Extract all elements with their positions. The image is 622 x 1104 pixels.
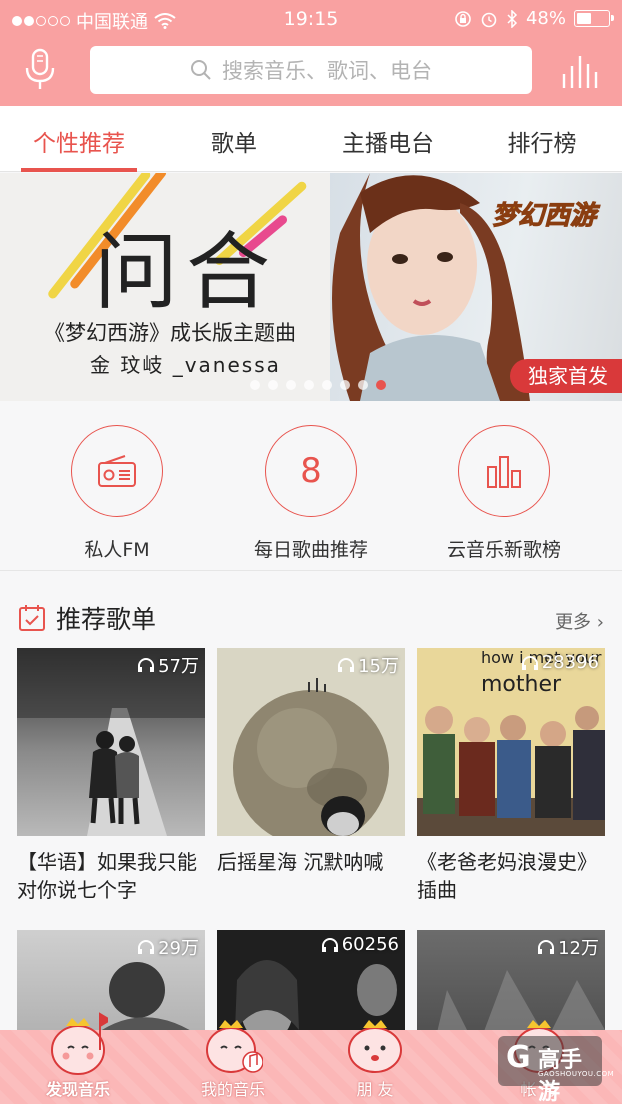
playlist-cover: how i met your mother 28396 [417,648,605,836]
play-count: 57万 [137,652,199,678]
quick-link-daily[interactable]: 8 每日歌曲推荐 [221,425,401,562]
playlist-card[interactable]: 15万 后摇星海 沉默呐喊 [217,648,405,876]
calendar-day-icon: 8 [265,425,357,517]
more-label: 更多 [555,612,592,633]
recommended-header: 推荐歌单 更多 › [0,590,622,640]
pager-dot [286,380,296,390]
alarm-icon [481,12,497,27]
playlist-card[interactable]: 57万 【华语】如果我只能对你说七个字 [17,648,205,904]
carousel-pager [250,380,386,390]
battery-icon [574,10,614,27]
headphones-icon [138,940,155,954]
daily-day-number: 8 [300,451,322,491]
pager-dot [304,380,314,390]
cover-text: mother [481,672,562,697]
nav-friends[interactable]: 朋 友 [300,1020,450,1104]
orientation-lock-icon [455,10,471,27]
playlist-cover: 15万 [217,648,405,836]
playlist-cover: 57万 [17,648,205,836]
watermark-site: GAOSHOUYOU.COM [538,1070,615,1078]
playlist-title: 后摇星海 沉默呐喊 [217,850,384,874]
pager-dot [250,380,260,390]
quick-links: 私人FM 8 每日歌曲推荐 云音乐新歌榜 [0,401,622,571]
tab-radio[interactable]: 主播电台 [318,124,458,158]
nav-label: 朋 友 [356,1080,394,1099]
quick-link-label: 云音乐新歌榜 [446,539,561,561]
status-bar: 中国联通 19:15 48% [0,0,622,36]
mascot-friends-icon [348,1020,402,1073]
pager-dot [268,380,278,390]
play-count: 28396 [521,652,599,673]
banner-carousel[interactable]: 问合 《梦幻西游》成长版主题曲 金 玟岐 _vanessa 梦幻西游 独家首发 [0,173,622,401]
banner-subtitle: 《梦幻西游》成长版主题曲 [44,321,296,345]
more-link[interactable]: 更多 › [555,608,604,634]
headphones-icon [538,940,555,954]
play-count: 12万 [537,934,599,960]
play-count: 29万 [137,934,199,960]
radio-icon [98,455,136,487]
tab-charts[interactable]: 排行榜 [472,124,612,158]
pager-dot [322,380,332,390]
bar-chart-icon [487,456,521,488]
quick-link-label: 每日歌曲推荐 [253,539,368,561]
headphones-icon [521,655,538,670]
quick-link-circle [458,425,550,517]
search-placeholder: 搜索音乐、歌词、电台 [222,59,432,83]
pager-dot [340,380,350,390]
nav-label: 我的音乐 [200,1080,265,1099]
search-icon [191,60,211,80]
quick-link-label: 私人FM [84,539,150,561]
section-title: 推荐歌单 [56,605,157,634]
active-tab-indicator [21,168,137,172]
pager-dot [358,380,368,390]
headphones-icon [138,658,155,672]
now-playing-icon[interactable] [560,52,600,90]
headphones-icon [321,937,338,952]
nav-my-music[interactable]: 我的音乐 [158,1020,308,1104]
search-input[interactable]: 搜索音乐、歌词、电台 [90,46,532,94]
microphone-icon[interactable] [22,48,58,92]
battery-fill [577,13,591,24]
top-header: 中国联通 19:15 48% 搜索音乐、歌词、电台 [0,0,622,106]
banner-singer: 金 玟岐 _vanessa [90,353,281,377]
mascot-music-note-icon [206,1020,263,1073]
quick-link-fm[interactable]: 私人FM [27,425,207,562]
headphones-icon [338,658,355,672]
tab-playlists[interactable]: 歌单 [164,124,304,158]
site-watermark: G 高手游 GAOSHOUYOU.COM [498,1036,614,1104]
banner-title: 问合 [94,223,279,321]
playlist-title: 【华语】如果我只能对你说七个字 [17,850,197,902]
nav-discover[interactable]: 发现音乐 [3,1012,153,1104]
pager-dot [376,380,386,390]
tab-bar: 个性推荐 歌单 主播电台 排行榜 [0,106,622,172]
chevron-right-icon: › [596,612,604,633]
play-count: 60256 [321,934,399,955]
tab-recommend[interactable]: 个性推荐 [9,124,149,158]
game-logo: 梦幻西游 [491,201,596,232]
nav-label: 发现音乐 [45,1080,110,1099]
bluetooth-icon [507,9,518,28]
watermark-logo: G [506,1040,531,1075]
exclusive-badge: 独家首发 [510,359,622,393]
play-count: 15万 [337,652,399,678]
calendar-icon [19,605,45,631]
quick-link-circle [71,425,163,517]
playlist-card[interactable]: how i met your mother 28396 《老爸老妈浪漫史》插曲 [417,648,605,904]
battery-percent: 48% [525,8,566,29]
playlist-title: 《老爸老妈浪漫史》插曲 [417,850,597,902]
mascot-flag-icon [51,1012,108,1075]
quick-link-newsongs[interactable]: 云音乐新歌榜 [414,425,594,562]
